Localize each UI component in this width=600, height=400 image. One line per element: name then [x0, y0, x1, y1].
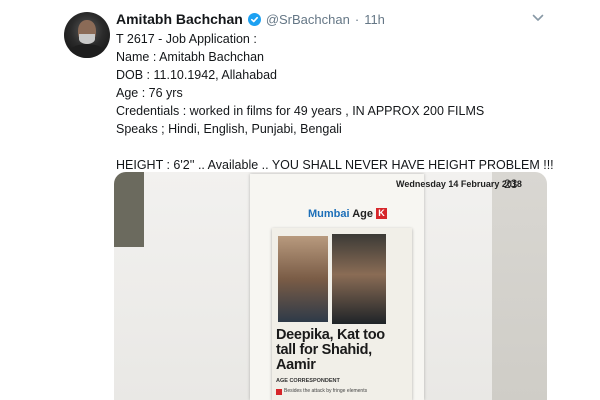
tweet-line: Speaks ; Hindi, English, Punjabi, Bengal…: [116, 122, 342, 136]
verified-badge-icon: [247, 12, 261, 26]
avatar-shoulders: [68, 44, 106, 58]
clipping-blurb: Besides the attack by fringe elements: [284, 388, 368, 394]
newspaper-section: Mumbai Age: [308, 208, 373, 220]
tweet: Amitabh Bachchan @SrBachchan · 11h T 261…: [0, 0, 600, 400]
author-handle[interactable]: @SrBachchan: [266, 12, 350, 27]
tweet-line: DOB : 11.10.1942, Allahabad: [116, 68, 277, 82]
background-sofa: [114, 172, 144, 247]
background-wall: [492, 172, 547, 400]
section-label-city: Mumbai: [308, 208, 350, 220]
clipping-headline: Deepika, Kat too tall for Shahid, Aamir: [276, 327, 385, 373]
tweet-header: Amitabh Bachchan @SrBachchan · 11h: [116, 10, 385, 28]
tweet-line: Credentials : worked in films for 49 yea…: [116, 104, 485, 118]
header-separator: ·: [354, 11, 360, 27]
tweet-timestamp[interactable]: 11h: [364, 12, 385, 27]
clipping-photo-right: [332, 234, 386, 324]
author-name[interactable]: Amitabh Bachchan: [116, 11, 243, 27]
clipping-bullet-icon: [276, 389, 282, 395]
tweet-text: T 2617 - Job Application : Name : Amitab…: [116, 30, 576, 174]
profile-avatar[interactable]: [64, 12, 110, 58]
clipping-byline: AGE CORRESPONDENT: [276, 378, 340, 384]
chevron-down-icon[interactable]: [531, 11, 545, 25]
clipping-photo-left: [278, 236, 328, 322]
tweet-line: Name : Amitabh Bachchan: [116, 50, 264, 64]
newspaper-page-number: 23: [504, 177, 518, 191]
tweet-media-image[interactable]: Wednesday 14 February 2018 23 Mumbai Age…: [114, 172, 547, 400]
newspaper-logo: K: [376, 208, 387, 219]
avatar-beard: [79, 34, 95, 44]
tweet-line: Age : 76 yrs: [116, 86, 183, 100]
section-label-age: Age: [352, 208, 373, 220]
tweet-line: T 2617 - Job Application :: [116, 32, 257, 46]
